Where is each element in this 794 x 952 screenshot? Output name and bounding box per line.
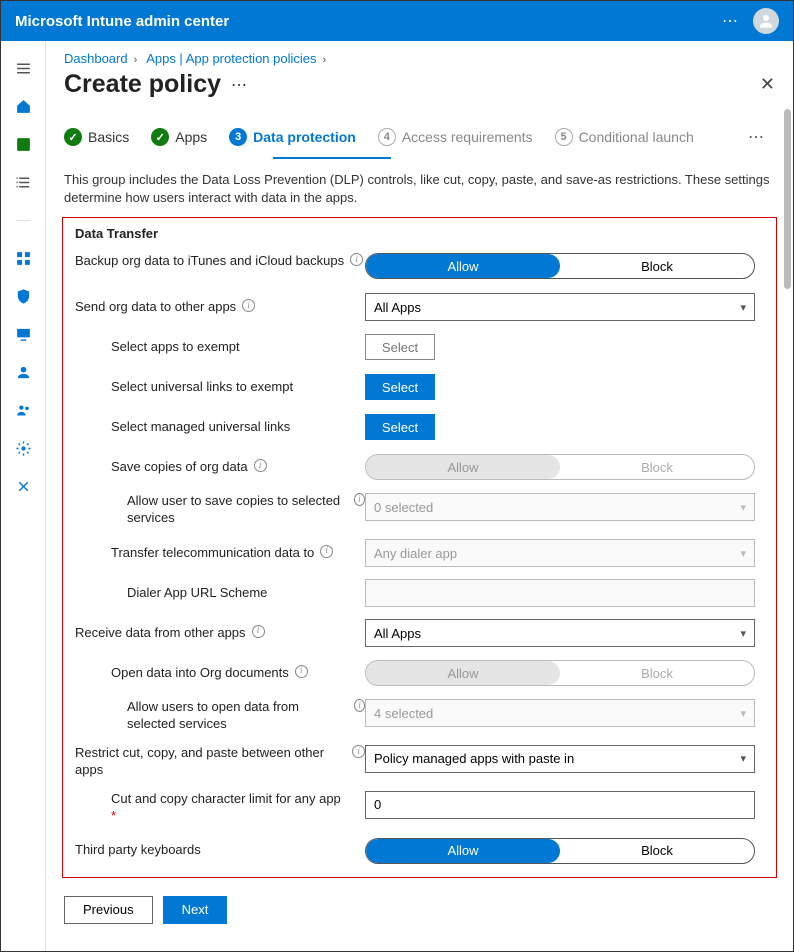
label-dialer-scheme: Dialer App URL Scheme <box>75 585 365 602</box>
chevron-down-icon: ▾ <box>740 627 746 640</box>
step-basics[interactable]: ✓Basics <box>64 128 129 146</box>
step-tabs: ✓Basics ✓Apps 3Data protection 4Access r… <box>46 109 793 153</box>
rail-divider <box>8 205 38 235</box>
button-select-exempt-ulinks[interactable]: Select <box>365 374 435 400</box>
info-icon[interactable]: i <box>295 665 308 678</box>
select-send-other[interactable]: All Apps▾ <box>365 293 755 321</box>
info-icon[interactable]: i <box>354 699 365 712</box>
label-send-other: Send org data to other appsi <box>75 299 365 316</box>
chevron-down-icon: ▾ <box>740 547 746 560</box>
next-button[interactable]: Next <box>163 896 228 924</box>
pill-allow[interactable]: Allow <box>366 254 560 278</box>
user-avatar[interactable] <box>753 8 779 34</box>
label-backup: Backup org data to iTunes and iCloud bac… <box>75 253 365 270</box>
chevron-down-icon: ▾ <box>740 501 746 514</box>
label-char-limit: Cut and copy character limit for any app… <box>75 791 365 825</box>
toggle-backup[interactable]: Allow Block <box>365 253 755 279</box>
step-data-protection[interactable]: 3Data protection <box>229 128 356 146</box>
info-icon[interactable]: i <box>254 459 267 472</box>
rail-grid-icon[interactable] <box>8 243 38 273</box>
nav-rail <box>1 41 46 951</box>
pill-block[interactable]: Block <box>560 839 754 863</box>
step-apps[interactable]: ✓Apps <box>151 128 207 146</box>
button-select-managed-ulinks[interactable]: Select <box>365 414 435 440</box>
header-actions: ⋯ <box>722 8 779 34</box>
previous-button[interactable]: Previous <box>64 896 153 924</box>
label-save-services: Allow user to save copies to selected se… <box>75 493 365 527</box>
info-icon[interactable]: i <box>320 545 333 558</box>
info-icon[interactable]: i <box>354 493 365 506</box>
footer-actions: Previous Next <box>46 886 793 938</box>
chevron-down-icon: ▾ <box>740 707 746 720</box>
label-exempt-ulinks: Select universal links to exempt <box>75 379 365 396</box>
breadcrumb: Dashboard › Apps | App protection policie… <box>46 41 793 66</box>
info-icon[interactable]: i <box>352 745 365 758</box>
select-restrict-ccp[interactable]: Policy managed apps with paste in▾ <box>365 745 755 773</box>
label-restrict-ccp: Restrict cut, copy, and paste between ot… <box>75 745 365 779</box>
rail-tools-icon[interactable] <box>8 471 38 501</box>
label-open-docs: Open data into Org documentsi <box>75 665 365 682</box>
label-save-copies: Save copies of org datai <box>75 459 365 476</box>
label-managed-ulinks: Select managed universal links <box>75 419 365 436</box>
pill-allow[interactable]: Allow <box>366 839 560 863</box>
section-header: Data Transfer <box>75 226 764 241</box>
step-conditional-launch[interactable]: 5Conditional launch <box>555 128 694 146</box>
rail-person-icon[interactable] <box>8 357 38 387</box>
rail-list-icon[interactable] <box>8 167 38 197</box>
rail-settings-icon[interactable] <box>8 433 38 463</box>
pill-allow: Allow <box>366 455 560 479</box>
toggle-third-party-kb[interactable]: Allow Block <box>365 838 755 864</box>
pill-allow: Allow <box>366 661 560 685</box>
pill-block: Block <box>560 661 754 685</box>
section-description: This group includes the Data Loss Preven… <box>46 159 793 217</box>
info-icon[interactable]: i <box>242 299 255 312</box>
title-more-icon[interactable]: ⋯ <box>231 75 248 95</box>
select-open-services: 4 selected▾ <box>365 699 755 727</box>
rail-people-icon[interactable] <box>8 395 38 425</box>
info-icon[interactable]: i <box>350 253 363 266</box>
person-icon <box>757 12 775 30</box>
scrollbar-thumb[interactable] <box>784 109 791 289</box>
header-more-icon[interactable]: ⋯ <box>722 11 739 31</box>
app-title: Microsoft Intune admin center <box>15 13 229 30</box>
select-telecom: Any dialer app▾ <box>365 539 755 567</box>
toggle-open-docs: Allow Block <box>365 660 755 686</box>
select-save-services: 0 selected▾ <box>365 493 755 521</box>
button-select-exempt-apps[interactable]: Select <box>365 334 435 360</box>
highlighted-section: Data Transfer Backup org data to iTunes … <box>62 217 777 877</box>
label-exempt-apps: Select apps to exempt <box>75 339 365 356</box>
rail-menu-icon[interactable] <box>8 53 38 83</box>
page-title: Create policy <box>64 70 221 99</box>
rail-home-icon[interactable] <box>8 91 38 121</box>
pill-block: Block <box>560 455 754 479</box>
rail-shield-icon[interactable] <box>8 281 38 311</box>
chevron-down-icon: ▾ <box>740 301 746 314</box>
chevron-down-icon: ▾ <box>740 752 746 765</box>
label-telecom: Transfer telecommunication data toi <box>75 545 365 562</box>
step-access-requirements[interactable]: 4Access requirements <box>378 128 533 146</box>
input-dialer-scheme <box>365 579 755 607</box>
app-header: Microsoft Intune admin center ⋯ <box>1 1 793 41</box>
info-icon[interactable]: i <box>252 625 265 638</box>
rail-dashboard-icon[interactable] <box>8 129 38 159</box>
select-receive[interactable]: All Apps▾ <box>365 619 755 647</box>
label-receive: Receive data from other appsi <box>75 625 365 642</box>
breadcrumb-item[interactable]: Apps | App protection policies <box>146 51 316 66</box>
pill-block[interactable]: Block <box>560 254 754 278</box>
steps-more-icon[interactable]: ⋯ <box>748 127 765 147</box>
label-third-party-kb: Third party keyboards <box>75 842 365 859</box>
close-icon[interactable]: ✕ <box>760 74 775 95</box>
input-char-limit[interactable] <box>365 791 755 819</box>
label-open-services: Allow users to open data from selected s… <box>75 699 365 733</box>
toggle-save-copies: Allow Block <box>365 454 755 480</box>
chevron-right-icon: › <box>323 54 327 66</box>
rail-monitor-icon[interactable] <box>8 319 38 349</box>
chevron-right-icon: › <box>134 54 138 66</box>
breadcrumb-item[interactable]: Dashboard <box>64 51 128 66</box>
main-panel: Dashboard › Apps | App protection policie… <box>46 41 793 951</box>
